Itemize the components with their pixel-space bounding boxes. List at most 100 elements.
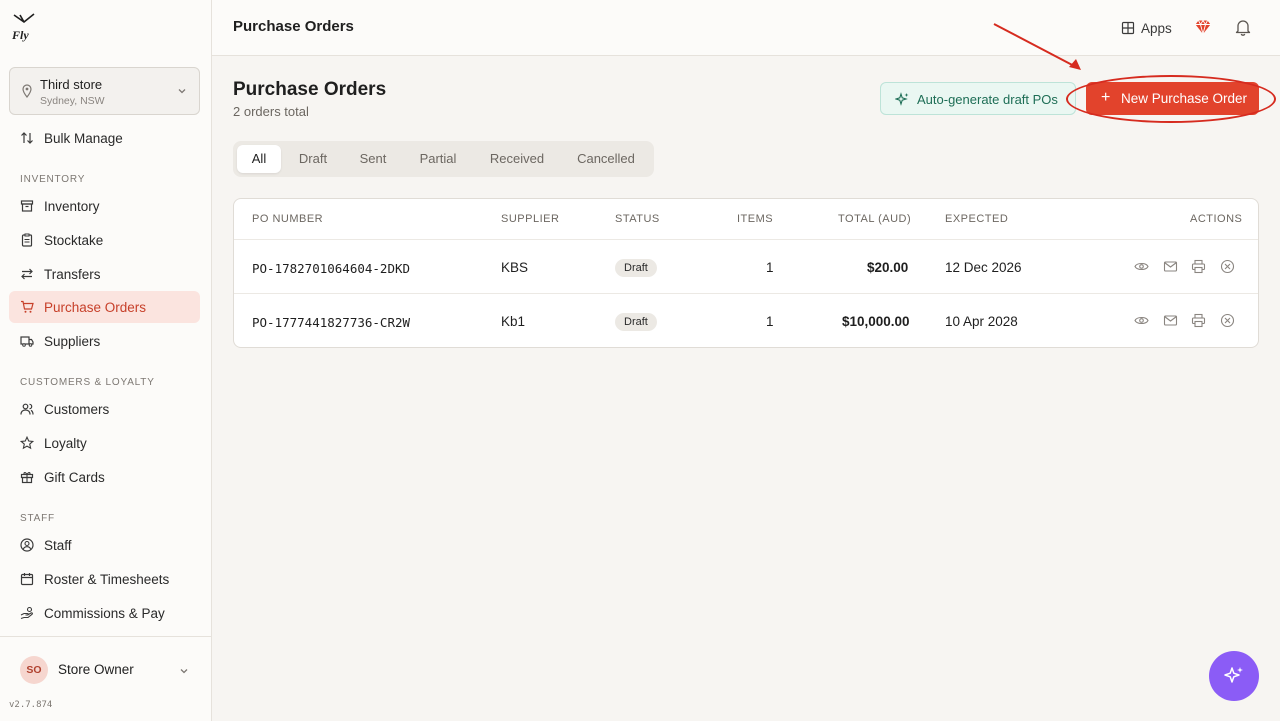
status-badge: Draft	[615, 313, 657, 331]
status-badge: Draft	[615, 259, 657, 277]
tab-cancelled[interactable]: Cancelled	[563, 145, 649, 173]
sidebar: Fly Third store Sydney, NSW Bulk Manage …	[0, 0, 212, 721]
star-icon	[20, 436, 34, 450]
fly-logo-icon[interactable]: Fly	[12, 12, 36, 42]
sparkle-icon	[895, 92, 909, 106]
version-label: v2.7.874	[9, 700, 53, 710]
chevron-down-icon	[180, 669, 188, 674]
print-icon[interactable]	[1191, 259, 1206, 274]
logo-text: Fly	[12, 28, 29, 42]
status-tabs: All Draft Sent Partial Received Cancelle…	[233, 141, 654, 177]
column-header-total: TOTAL (AUD)	[838, 213, 912, 225]
column-header-actions: ACTIONS	[1190, 213, 1243, 225]
auto-generate-button[interactable]: Auto-generate draft POs	[880, 82, 1076, 115]
user-circle-icon	[20, 538, 34, 552]
box-icon	[20, 200, 34, 212]
tab-received[interactable]: Received	[476, 145, 558, 173]
ai-assistant-button[interactable]	[1209, 651, 1259, 701]
sidebar-item-transfers[interactable]: Transfers	[9, 258, 200, 290]
users-icon	[20, 403, 34, 415]
sidebar-item-label: Loyalty	[44, 436, 87, 451]
expected-date: 10 Apr 2028	[945, 314, 1018, 329]
email-icon[interactable]	[1163, 313, 1178, 328]
column-header-items: ITEMS	[737, 213, 774, 225]
sidebar-item-bulk-manage[interactable]: Bulk Manage	[9, 122, 200, 154]
print-icon[interactable]	[1191, 313, 1206, 328]
total-amount: $20.00	[867, 260, 909, 275]
column-header-status: STATUS	[615, 213, 660, 225]
tab-sent[interactable]: Sent	[345, 145, 401, 173]
store-location: Sydney, NSW	[40, 95, 105, 107]
sidebar-item-label: Bulk Manage	[44, 131, 123, 146]
header-title: Purchase Orders	[233, 18, 354, 35]
expected-date: 12 Dec 2026	[945, 260, 1022, 275]
sparkle-icon	[1224, 667, 1243, 683]
calendar-icon	[20, 573, 34, 586]
table-row[interactable]: PO-1782701064604-2DKD KBS Draft 1 $20.00…	[234, 239, 1258, 293]
chevron-down-icon	[178, 89, 186, 94]
table-row[interactable]: PO-1777441827736-CR2W Kb1 Draft 1 $10,00…	[234, 293, 1258, 347]
supplier-name: Kb1	[501, 314, 526, 329]
new-purchase-order-button[interactable]: + New Purchase Order	[1086, 82, 1259, 115]
tab-draft[interactable]: Draft	[285, 145, 341, 173]
sidebar-item-staff[interactable]: Staff	[9, 529, 200, 561]
apps-button[interactable]: Apps	[1121, 17, 1172, 39]
supplier-name: KBS	[501, 260, 529, 275]
map-pin-icon	[22, 84, 32, 98]
sidebar-item-commissions-pay[interactable]: Commissions & Pay	[9, 597, 200, 629]
transfer-arrows-icon	[21, 268, 33, 280]
sidebar-item-label: Suppliers	[44, 334, 101, 349]
sidebar-item-label: Gift Cards	[44, 470, 105, 485]
new-purchase-order-label: New Purchase Order	[1121, 91, 1248, 106]
sidebar-item-label: Roster & Timesheets	[44, 572, 170, 587]
total-amount: $10,000.00	[842, 314, 910, 329]
gift-icon	[20, 472, 34, 484]
sidebar-item-purchase-orders[interactable]: Purchase Orders	[9, 291, 200, 323]
sidebar-item-label: Inventory	[44, 199, 100, 214]
user-menu[interactable]: SO Store Owner v2.7.874	[0, 636, 211, 721]
user-name: Store Owner	[58, 662, 134, 677]
hand-coins-icon	[20, 606, 33, 620]
page-title: Purchase Orders	[233, 79, 387, 100]
section-label-staff: STAFF	[20, 513, 55, 524]
section-label-inventory: INVENTORY	[20, 174, 86, 185]
column-header-supplier: SUPPLIER	[501, 213, 560, 225]
top-header: Purchase Orders Apps	[212, 0, 1280, 56]
email-icon[interactable]	[1163, 259, 1178, 274]
sidebar-item-label: Purchase Orders	[44, 300, 147, 315]
section-label-customers-loyalty: CUSTOMERS & LOYALTY	[20, 377, 155, 388]
bell-icon[interactable]	[1234, 18, 1252, 36]
sidebar-item-stocktake[interactable]: Stocktake	[9, 224, 200, 256]
sidebar-item-inventory[interactable]: Inventory	[9, 190, 200, 222]
po-number[interactable]: PO-1782701064604-2DKD	[252, 261, 410, 276]
items-count: 1	[766, 314, 774, 329]
sidebar-item-label: Staff	[44, 538, 72, 553]
sidebar-item-loyalty[interactable]: Loyalty	[9, 427, 200, 459]
store-name: Third store	[40, 77, 103, 92]
sidebar-item-label: Transfers	[44, 267, 101, 282]
sidebar-item-customers[interactable]: Customers	[9, 393, 200, 425]
view-eye-icon[interactable]	[1134, 313, 1149, 328]
tab-partial[interactable]: Partial	[405, 145, 471, 173]
cancel-circle-icon[interactable]	[1220, 313, 1235, 328]
sidebar-item-label: Customers	[44, 402, 110, 417]
apps-label: Apps	[1141, 20, 1172, 36]
sidebar-item-suppliers[interactable]: Suppliers	[9, 325, 200, 357]
cancel-circle-icon[interactable]	[1220, 259, 1235, 274]
sort-arrows-icon	[21, 132, 33, 144]
sidebar-item-roster-timesheets[interactable]: Roster & Timesheets	[9, 563, 200, 595]
view-eye-icon[interactable]	[1134, 259, 1149, 274]
gem-icon[interactable]	[1194, 18, 1212, 36]
truck-icon	[20, 336, 34, 347]
sidebar-item-gift-cards[interactable]: Gift Cards	[9, 461, 200, 493]
clipboard-icon	[21, 233, 33, 247]
store-selector[interactable]: Third store Sydney, NSW	[9, 67, 200, 115]
tab-all[interactable]: All	[237, 145, 281, 173]
auto-generate-label: Auto-generate draft POs	[917, 92, 1058, 107]
sidebar-item-label: Stocktake	[44, 233, 104, 248]
column-header-po-number: PO NUMBER	[252, 213, 324, 225]
column-header-expected: EXPECTED	[945, 213, 1009, 225]
grid-icon	[1121, 21, 1135, 35]
avatar: SO	[20, 656, 48, 684]
po-number[interactable]: PO-1777441827736-CR2W	[252, 315, 410, 330]
